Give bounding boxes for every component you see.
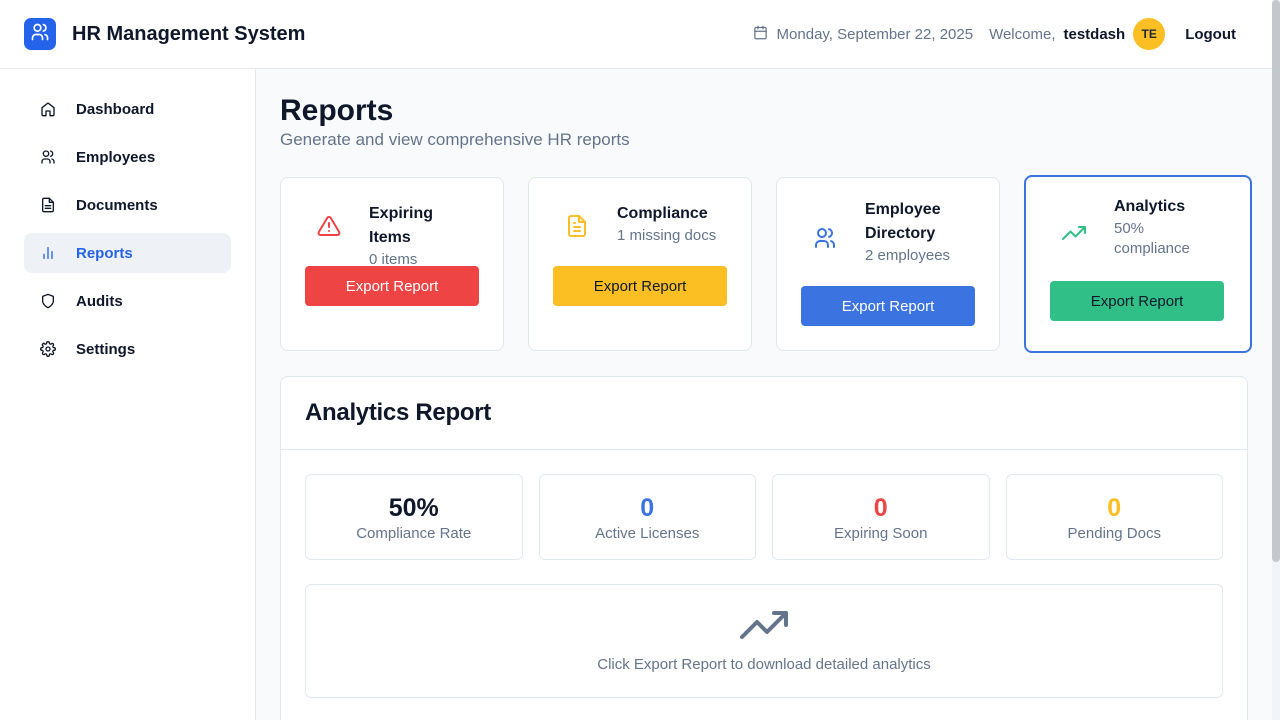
stat-value: 0 bbox=[640, 493, 655, 522]
card-title: Compliance bbox=[617, 205, 708, 222]
bar-chart-icon bbox=[40, 245, 56, 261]
sidebar-item-label: Dashboard bbox=[76, 100, 155, 118]
report-card-employee-directory[interactable]: Employee Directory 2 employees Export Re… bbox=[776, 177, 1000, 351]
report-card-analytics[interactable]: Analytics 50% compliance Export Report bbox=[1024, 175, 1252, 353]
gear-icon bbox=[40, 341, 56, 357]
stat-label: Active Licenses bbox=[595, 524, 700, 542]
sidebar-item-label: Settings bbox=[76, 340, 136, 358]
users-icon bbox=[801, 214, 849, 262]
export-employee-directory-button[interactable]: Export Report bbox=[801, 286, 975, 326]
card-subtitle: 50% compliance bbox=[1114, 220, 1190, 257]
username: testdash bbox=[1063, 25, 1126, 43]
users-icon bbox=[40, 149, 56, 165]
sidebar-item-reports[interactable]: Reports bbox=[24, 233, 231, 273]
trending-up-icon bbox=[1050, 209, 1098, 257]
welcome-label: Welcome, bbox=[989, 25, 1056, 43]
stat-label: Compliance Rate bbox=[356, 524, 472, 542]
users-icon bbox=[30, 22, 50, 47]
alert-triangle-icon bbox=[305, 202, 353, 250]
home-icon bbox=[40, 101, 56, 117]
trending-up-icon bbox=[740, 609, 788, 646]
export-analytics-button[interactable]: Export Report bbox=[1050, 281, 1224, 321]
sidebar: Dashboard Employees Documents Reports Au… bbox=[0, 69, 256, 720]
card-title: Analytics bbox=[1114, 198, 1186, 215]
main-content: Reports Generate and view comprehensive … bbox=[256, 69, 1272, 720]
top-header: HR Management System Monday, September 2… bbox=[0, 0, 1272, 69]
scrollbar-thumb[interactable] bbox=[1272, 0, 1280, 562]
report-card-compliance[interactable]: Compliance 1 missing docs Export Report bbox=[528, 177, 752, 351]
card-title: Employee Directory bbox=[865, 201, 941, 242]
app-title: HR Management System bbox=[72, 22, 306, 45]
export-expiring-items-button[interactable]: Export Report bbox=[305, 266, 479, 306]
report-card-expiring-items[interactable]: Expiring Items 0 items Export Report bbox=[280, 177, 504, 351]
sidebar-item-audits[interactable]: Audits bbox=[24, 281, 231, 321]
sidebar-item-label: Reports bbox=[76, 244, 133, 262]
stat-label: Pending Docs bbox=[1067, 524, 1161, 542]
card-subtitle: 2 employees bbox=[865, 247, 951, 264]
card-subtitle: 1 missing docs bbox=[617, 227, 717, 244]
logout-button[interactable]: Logout bbox=[1185, 26, 1236, 43]
sidebar-item-label: Audits bbox=[76, 292, 123, 310]
card-title: Expiring Items bbox=[369, 205, 434, 246]
stat-expiring-soon: 0 Expiring Soon bbox=[772, 474, 990, 560]
date-text: Monday, September 22, 2025 bbox=[776, 25, 974, 43]
calendar-icon bbox=[753, 25, 777, 44]
stats-row: 50% Compliance Rate 0 Active Licenses 0 … bbox=[281, 450, 1247, 560]
page-scrollbar[interactable] bbox=[1272, 0, 1280, 720]
stat-active-licenses: 0 Active Licenses bbox=[538, 474, 756, 560]
sidebar-item-employees[interactable]: Employees bbox=[24, 137, 231, 177]
stat-value: 0 bbox=[1107, 493, 1122, 522]
avatar[interactable]: TE bbox=[1133, 18, 1166, 50]
panel-title: Analytics Report bbox=[305, 399, 491, 426]
sidebar-item-label: Employees bbox=[76, 148, 156, 166]
report-cards: Expiring Items 0 items Export Report Com… bbox=[280, 175, 1252, 353]
stat-value: 0 bbox=[873, 493, 888, 522]
sidebar-item-settings[interactable]: Settings bbox=[24, 329, 231, 369]
stat-compliance-rate: 50% Compliance Rate bbox=[305, 474, 523, 560]
analytics-report-panel: Analytics Report 50% Compliance Rate 0 A… bbox=[280, 376, 1248, 720]
stat-label: Expiring Soon bbox=[834, 524, 928, 542]
analytics-message: Click Export Report to download detailed… bbox=[597, 656, 931, 673]
export-compliance-button[interactable]: Export Report bbox=[553, 266, 727, 306]
stat-value: 50% bbox=[388, 493, 439, 522]
page-subtitle: Generate and view comprehensive HR repor… bbox=[280, 130, 630, 149]
sidebar-item-documents[interactable]: Documents bbox=[24, 185, 231, 225]
sidebar-item-label: Documents bbox=[76, 196, 158, 214]
analytics-placeholder: Click Export Report to download detailed… bbox=[305, 584, 1223, 698]
page-title: Reports bbox=[280, 94, 394, 127]
app-logo[interactable] bbox=[24, 18, 56, 50]
document-icon bbox=[40, 197, 56, 213]
stat-pending-docs: 0 Pending Docs bbox=[1005, 474, 1223, 560]
shield-icon bbox=[40, 293, 56, 309]
file-text-icon bbox=[553, 202, 601, 250]
current-date: Monday, September 22, 2025 bbox=[753, 25, 974, 44]
sidebar-item-dashboard[interactable]: Dashboard bbox=[24, 89, 231, 129]
